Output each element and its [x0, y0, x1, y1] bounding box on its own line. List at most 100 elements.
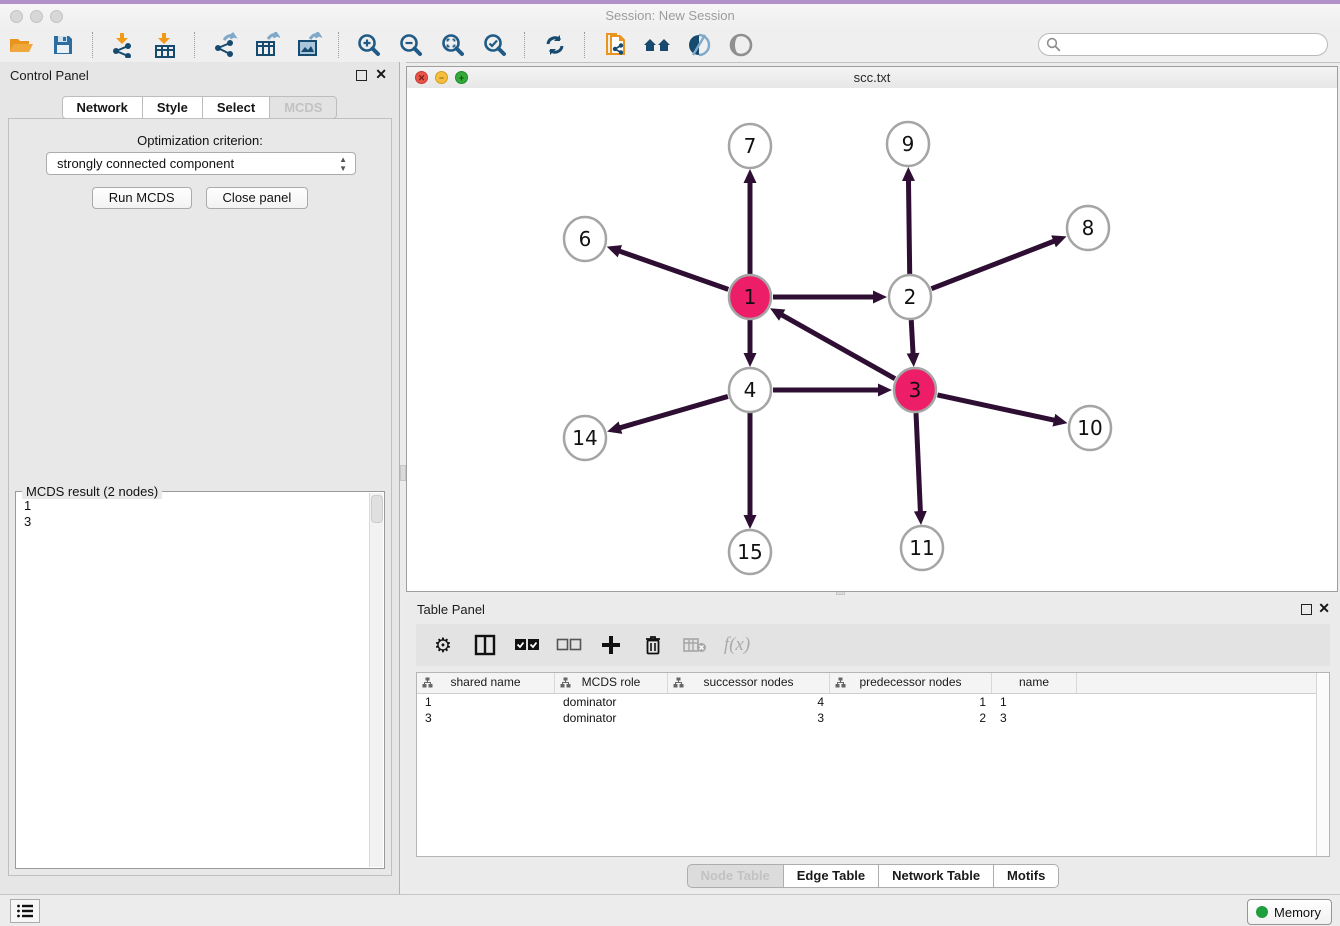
- cell-shared-name[interactable]: 3: [417, 710, 555, 726]
- window-title: Session: New Session: [0, 8, 1340, 23]
- edge-4-14[interactable]: [620, 396, 728, 428]
- node-1[interactable]: 1: [729, 275, 771, 319]
- import-network-icon[interactable]: [108, 31, 138, 59]
- toolbar-separator: [194, 32, 196, 58]
- cell-name[interactable]: 1: [992, 694, 1077, 710]
- edge-3-10[interactable]: [937, 395, 1054, 420]
- settings-gear-icon[interactable]: ⚙: [426, 630, 460, 660]
- close-panel-icon[interactable]: ✕: [375, 69, 387, 80]
- mcds-tab-content: Optimization criterion: strongly connect…: [8, 118, 392, 876]
- delete-column-icon[interactable]: [636, 630, 670, 660]
- close-table-panel-icon[interactable]: ✕: [1318, 603, 1330, 614]
- edge-2-3[interactable]: [911, 320, 913, 354]
- cell-MCDS-role[interactable]: dominator: [555, 710, 668, 726]
- export-table-icon[interactable]: [252, 31, 282, 59]
- column-header-shared-name[interactable]: shared name: [417, 673, 555, 693]
- task-history-button[interactable]: [10, 899, 40, 923]
- node-table[interactable]: shared nameMCDS rolesuccessor nodesprede…: [416, 672, 1330, 857]
- node-7[interactable]: 7: [729, 124, 771, 168]
- tab-network[interactable]: Network: [62, 96, 143, 119]
- node-10[interactable]: 10: [1069, 406, 1111, 450]
- node-11[interactable]: 11: [901, 526, 943, 570]
- edge-2-9[interactable]: [908, 180, 909, 274]
- node-15[interactable]: 15: [729, 530, 771, 574]
- node-2[interactable]: 2: [889, 275, 931, 319]
- float-panel-icon[interactable]: [356, 70, 367, 81]
- tab-style[interactable]: Style: [143, 96, 203, 119]
- node-4[interactable]: 4: [729, 368, 771, 412]
- zoom-out-icon[interactable]: [396, 31, 426, 59]
- node-3[interactable]: 3: [894, 368, 936, 412]
- add-column-icon[interactable]: [594, 630, 628, 660]
- cell-name[interactable]: 3: [992, 710, 1077, 726]
- graphics-details-icon[interactable]: [684, 31, 714, 59]
- birds-eye-view-icon[interactable]: [726, 31, 756, 59]
- cell-shared-name[interactable]: 1: [417, 694, 555, 710]
- toolbar-separator: [92, 32, 94, 58]
- cell-predecessor-nodes[interactable]: 2: [830, 710, 992, 726]
- graph-svg: 7 9 6 8 1 2 4 3 14 10 15 11: [407, 88, 1337, 591]
- refresh-icon[interactable]: [540, 31, 570, 59]
- tab-select[interactable]: Select: [203, 96, 270, 119]
- mcds-result-title: MCDS result (2 nodes): [22, 484, 162, 499]
- export-image-icon[interactable]: [294, 31, 324, 59]
- deselect-all-checkboxes-icon[interactable]: [552, 630, 586, 660]
- network-view-window: ✕ − + scc.txt 7 9 6 8 1 2 4 3 14 10 15 11: [406, 66, 1338, 592]
- criterion-select[interactable]: strongly connected component ▲▼: [46, 152, 356, 175]
- mcds-result-lines: 1 3: [24, 498, 31, 530]
- cell-MCDS-role[interactable]: dominator: [555, 694, 668, 710]
- tab-network-table[interactable]: Network Table: [879, 864, 994, 888]
- network-canvas[interactable]: 7 9 6 8 1 2 4 3 14 10 15 11: [407, 88, 1337, 591]
- tab-edge-table[interactable]: Edge Table: [784, 864, 879, 888]
- search-icon: [1046, 37, 1061, 52]
- column-tree-icon: [835, 677, 846, 688]
- clone-network-icon[interactable]: [600, 31, 630, 59]
- split-columns-icon[interactable]: [468, 630, 502, 660]
- cell-predecessor-nodes[interactable]: 1: [830, 694, 992, 710]
- run-mcds-button[interactable]: Run MCDS: [92, 187, 192, 209]
- table-row[interactable]: 3dominator323: [417, 710, 1329, 726]
- node-8[interactable]: 8: [1067, 206, 1109, 250]
- table-row[interactable]: 1dominator411: [417, 694, 1329, 710]
- tab-mcds[interactable]: MCDS: [270, 96, 337, 119]
- edge-2-8[interactable]: [931, 241, 1054, 289]
- main-toolbar: [0, 28, 1340, 63]
- graph-edges[interactable]: [619, 180, 1055, 516]
- memory-button[interactable]: Memory: [1247, 899, 1332, 925]
- edge-3-1[interactable]: [781, 315, 895, 379]
- chevron-up-down-icon: ▲▼: [339, 155, 347, 173]
- search-input[interactable]: [1038, 33, 1328, 56]
- column-header-name[interactable]: name: [992, 673, 1077, 693]
- open-folder-icon[interactable]: [6, 31, 36, 59]
- node-9[interactable]: 9: [887, 122, 929, 166]
- tab-motifs[interactable]: Motifs: [994, 864, 1059, 888]
- column-header-predecessor-nodes[interactable]: predecessor nodes: [830, 673, 992, 693]
- column-tree-icon: [560, 677, 571, 688]
- zoom-in-icon[interactable]: [354, 31, 384, 59]
- first-neighbors-icon[interactable]: [642, 31, 672, 59]
- tab-node-table[interactable]: Node Table: [687, 864, 784, 888]
- node-14[interactable]: 14: [564, 416, 606, 460]
- select-all-checkboxes-icon[interactable]: [510, 630, 544, 660]
- cell-successor-nodes[interactable]: 4: [668, 694, 830, 710]
- close-panel-button[interactable]: Close panel: [206, 187, 309, 209]
- network-window-titlebar[interactable]: ✕ − + scc.txt: [407, 67, 1337, 89]
- export-network-icon[interactable]: [210, 31, 240, 59]
- mcds-result-scrollbar[interactable]: [369, 493, 383, 867]
- cell-successor-nodes[interactable]: 3: [668, 710, 830, 726]
- table-scrollbar[interactable]: [1316, 673, 1329, 856]
- edge-3-11[interactable]: [916, 413, 920, 512]
- control-panel-tabs: NetworkStyleSelectMCDS: [0, 96, 399, 119]
- import-table-icon[interactable]: [150, 31, 180, 59]
- node-6[interactable]: 6: [564, 217, 606, 261]
- node-label-2: 2: [904, 285, 917, 309]
- zoom-fit-icon[interactable]: [438, 31, 468, 59]
- zoom-selected-icon[interactable]: [480, 31, 510, 59]
- float-table-panel-icon[interactable]: [1301, 604, 1312, 615]
- list-icon: [16, 903, 34, 919]
- column-header-successor-nodes[interactable]: successor nodes: [668, 673, 830, 693]
- column-header-MCDS-role[interactable]: MCDS role: [555, 673, 668, 693]
- save-icon[interactable]: [48, 31, 78, 59]
- table-panel-title: Table Panel: [417, 602, 485, 617]
- edge-1-6[interactable]: [619, 251, 728, 289]
